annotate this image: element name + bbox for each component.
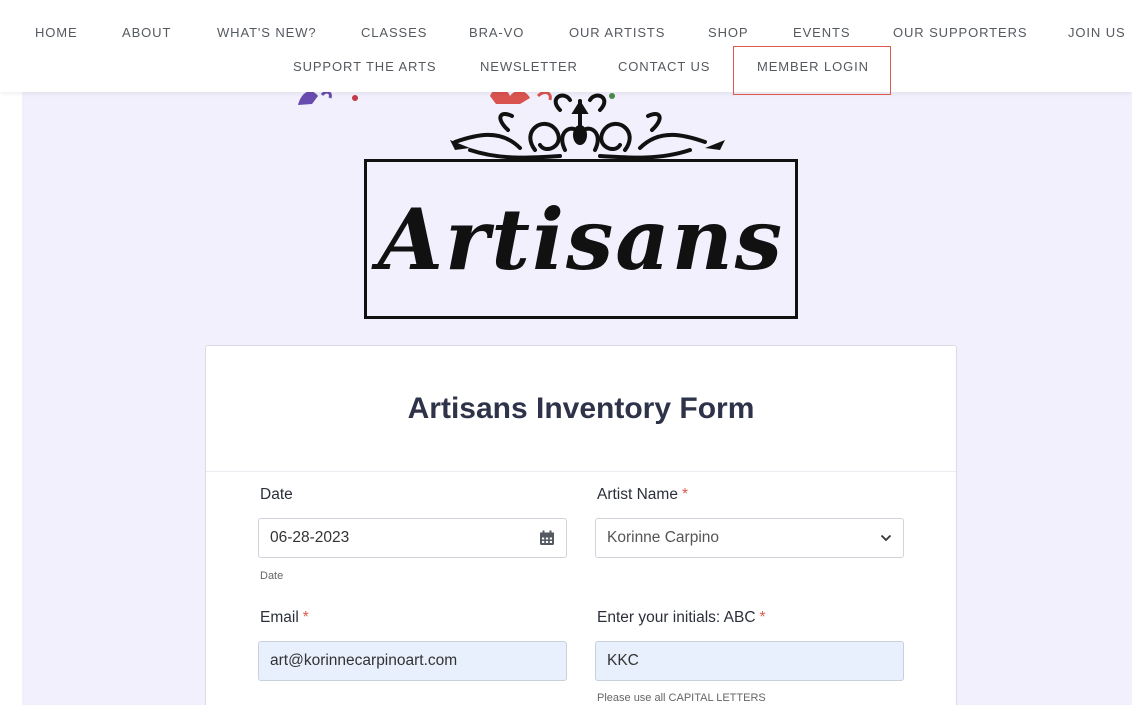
date-value: 06-28-2023 [270,529,350,546]
nav-events[interactable]: EVENTS [793,25,850,40]
main-navigation: HOME ABOUT WHAT'S NEW? CLASSES BRA-VO OU… [0,0,1132,95]
logo-frame: Artisans [364,159,798,319]
email-value: art@korinnecarpinoart.com [270,652,458,669]
artist-name-value: Korinne Carpino [607,529,720,546]
inventory-form-card: Artisans Inventory Form Date 06-28-2023 … [205,345,957,705]
initials-input[interactable]: KKC [595,641,904,681]
date-input[interactable]: 06-28-2023 [258,518,567,558]
date-help-text: Date [260,570,284,582]
nav-newsletter[interactable]: NEWSLETTER [480,59,578,74]
nav-our-supporters[interactable]: OUR SUPPORTERS [893,25,1027,40]
calendar-icon[interactable] [539,530,555,546]
form-header: Artisans Inventory Form [206,346,956,472]
nav-about[interactable]: ABOUT [122,25,171,40]
initials-help-text: Please use all CAPITAL LETTERS [597,692,766,704]
nav-shop[interactable]: SHOP [708,25,748,40]
nav-join-us[interactable]: JOIN US [1068,25,1126,40]
form-title: Artisans Inventory Form [407,391,755,425]
logo-text: Artisans [377,189,785,289]
nav-support-the-arts[interactable]: SUPPORT THE ARTS [293,59,436,74]
initials-value: KKC [607,652,639,669]
nav-home[interactable]: HOME [35,25,78,40]
chevron-down-icon [880,534,892,542]
nav-whats-new[interactable]: WHAT'S NEW? [217,25,317,40]
nav-bra-vo[interactable]: BRA-VO [469,25,524,40]
initials-label: Enter your initials: ABC * [597,609,766,626]
email-input[interactable]: art@korinnecarpinoart.com [258,641,567,681]
nav-classes[interactable]: CLASSES [361,25,427,40]
date-label: Date [260,486,293,503]
artist-name-select[interactable]: Korinne Carpino [595,518,904,558]
nav-contact-us[interactable]: CONTACT US [618,59,710,74]
email-label: Email * [260,609,309,626]
member-login-highlight [733,46,891,95]
nav-our-artists[interactable]: OUR ARTISTS [569,25,665,40]
artist-name-label: Artist Name * [597,486,689,503]
